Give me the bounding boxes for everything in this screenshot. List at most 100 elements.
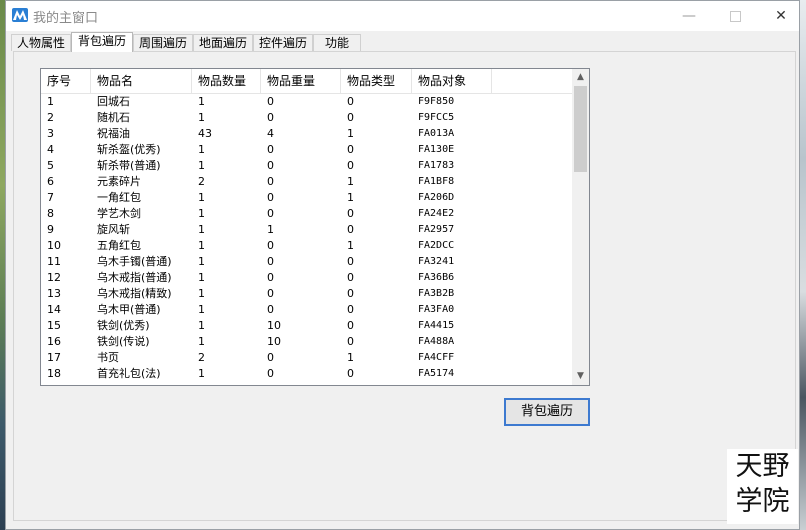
table-row[interactable]: 8 学艺木剑 1 0 0 FA24E2: [41, 206, 573, 222]
cell-type: 0: [347, 271, 354, 284]
cell-item-name: 回城石: [97, 95, 130, 108]
column-header-item-name[interactable]: 物品名: [91, 69, 192, 93]
title-bar[interactable]: 我的主窗口 — ✕: [6, 1, 799, 31]
cell-item-name: 元素碎片: [97, 175, 141, 188]
table-row[interactable]: 1 回城石 1 0 0 F9F850: [41, 94, 573, 110]
cell-quantity: 1: [198, 191, 205, 204]
tab-inventory-traverse[interactable]: 背包遍历: [71, 32, 133, 52]
cell-type: 1: [347, 175, 354, 188]
cell-type: 0: [347, 159, 354, 172]
scroll-up-arrow-icon[interactable]: ▲: [572, 69, 589, 86]
column-header-index[interactable]: 序号: [41, 69, 91, 93]
cell-object: FA1BF8: [418, 176, 455, 187]
cell-item-name: 书页: [97, 351, 119, 364]
tab-surroundings-traverse[interactable]: 周围遍历: [133, 34, 193, 51]
table-row[interactable]: 11 乌木手镯(普通) 1 0 0 FA3241: [41, 254, 573, 270]
column-header-item-object[interactable]: 物品对象: [412, 69, 492, 93]
cell-index: 17: [47, 351, 61, 364]
cell-index: 16: [47, 335, 61, 348]
tab-control-traverse[interactable]: 控件遍历: [253, 34, 313, 51]
cell-object: FA4415: [418, 320, 455, 331]
table-row[interactable]: 14 乌木甲(普通) 1 0 0 FA3FA0: [41, 302, 573, 318]
maximize-button[interactable]: [712, 1, 758, 31]
table-row[interactable]: 7 一角红包 1 0 1 FA206D: [41, 190, 573, 206]
cell-type: 0: [347, 335, 354, 348]
cell-item-name: 乌木戒指(普通): [97, 271, 172, 284]
cell-weight: 1: [267, 223, 274, 236]
table-row[interactable]: 18 首充礼包(法) 1 0 0 FA5174: [41, 366, 573, 382]
cell-quantity: 2: [198, 351, 205, 364]
desktop-background-right: [800, 0, 806, 530]
cell-type: 0: [347, 207, 354, 220]
cell-item-name: 铁剑(优秀): [97, 319, 150, 332]
scrollbar-thumb[interactable]: [574, 86, 587, 172]
cell-item-name: 学艺木剑: [97, 207, 141, 220]
cell-quantity: 1: [198, 303, 205, 316]
tab-ground-traverse[interactable]: 地面遍历: [193, 34, 253, 51]
cell-item-name: 随机石: [97, 111, 130, 124]
inventory-traverse-button[interactable]: 背包遍历: [504, 398, 590, 426]
table-row[interactable]: 13 乌木戒指(精致) 1 0 0 FA3B2B: [41, 286, 573, 302]
table-row[interactable]: 2 随机石 1 0 0 F9FCC5: [41, 110, 573, 126]
cell-object: FA488A: [418, 336, 455, 347]
cell-index: 13: [47, 287, 61, 300]
table-row[interactable]: 16 铁剑(传说) 1 10 0 FA488A: [41, 334, 573, 350]
cell-item-name: 乌木甲(普通): [97, 303, 161, 316]
table-row[interactable]: 4 斩杀盔(优秀) 1 0 0 FA130E: [41, 142, 573, 158]
table-row[interactable]: 6 元素碎片 2 0 1 FA1BF8: [41, 174, 573, 190]
table-row[interactable]: 10 五角红包 1 0 1 FA2DCC: [41, 238, 573, 254]
cell-object: FA3FA0: [418, 304, 455, 315]
cell-quantity: 1: [198, 111, 205, 124]
cell-type: 0: [347, 287, 354, 300]
vertical-scrollbar[interactable]: ▲ ▼: [572, 69, 589, 385]
cell-object: F9FCC5: [418, 112, 455, 123]
cell-weight: 10: [267, 335, 281, 348]
cell-weight: 10: [267, 319, 281, 332]
table-row[interactable]: 12 乌木戒指(普通) 1 0 0 FA36B6: [41, 270, 573, 286]
table-row[interactable]: 9 旋风斩 1 1 0 FA2957: [41, 222, 573, 238]
cell-type: 1: [347, 351, 354, 364]
column-header-item-type[interactable]: 物品类型: [341, 69, 412, 93]
cell-quantity: 1: [198, 223, 205, 236]
tab-character-attributes[interactable]: 人物属性: [11, 34, 71, 51]
cell-index: 5: [47, 159, 54, 172]
cell-type: 0: [347, 319, 354, 332]
column-header-item-weight[interactable]: 物品重量: [261, 69, 341, 93]
cell-index: 11: [47, 255, 61, 268]
scroll-down-arrow-icon[interactable]: ▼: [572, 368, 589, 385]
table-row[interactable]: 5 斩杀带(普通) 1 0 0 FA1783: [41, 158, 573, 174]
cell-item-name: 斩杀盔(优秀): [97, 143, 161, 156]
tab-functions[interactable]: 功能: [313, 34, 361, 51]
cell-quantity: 1: [198, 239, 205, 252]
cell-index: 10: [47, 239, 61, 252]
minimize-button[interactable]: —: [666, 1, 712, 31]
table-row[interactable]: 15 铁剑(优秀) 1 10 0 FA4415: [41, 318, 573, 334]
cell-weight: 0: [267, 351, 274, 364]
cell-item-name: 乌木戒指(精致): [97, 287, 172, 300]
cell-type: 0: [347, 111, 354, 124]
watermark-logo: 天野 学院: [727, 449, 798, 524]
cell-weight: 0: [267, 303, 274, 316]
cell-weight: 0: [267, 239, 274, 252]
cell-index: 18: [47, 367, 61, 380]
cell-object: FA1783: [418, 160, 455, 171]
cell-weight: 0: [267, 175, 274, 188]
close-button[interactable]: ✕: [758, 1, 804, 31]
inventory-list[interactable]: 序号 物品名 物品数量 物品重量 物品类型 物品对象 1 回城石 1 0 0 F9F850…: [40, 68, 590, 386]
cell-item-name: 首充礼包(法): [97, 367, 161, 380]
cell-item-name: 旋风斩: [97, 223, 130, 236]
cell-quantity: 1: [198, 335, 205, 348]
cell-object: F9F850: [418, 96, 455, 107]
column-header-item-quantity[interactable]: 物品数量: [192, 69, 261, 93]
cell-item-name: 乌木手镯(普通): [97, 255, 172, 268]
table-row[interactable]: 17 书页 2 0 1 FA4CFF: [41, 350, 573, 366]
cell-quantity: 1: [198, 287, 205, 300]
cell-weight: 0: [267, 159, 274, 172]
cell-type: 0: [347, 303, 354, 316]
cell-object: FA36B6: [418, 272, 455, 283]
tab-panel-inventory: 序号 物品名 物品数量 物品重量 物品类型 物品对象 1 回城石 1 0 0 F9F850…: [13, 51, 796, 521]
cell-weight: 4: [267, 127, 274, 140]
app-logo-icon: [12, 8, 28, 22]
table-row[interactable]: 3 祝福油 43 4 1 FA013A: [41, 126, 573, 142]
cell-type: 0: [347, 143, 354, 156]
